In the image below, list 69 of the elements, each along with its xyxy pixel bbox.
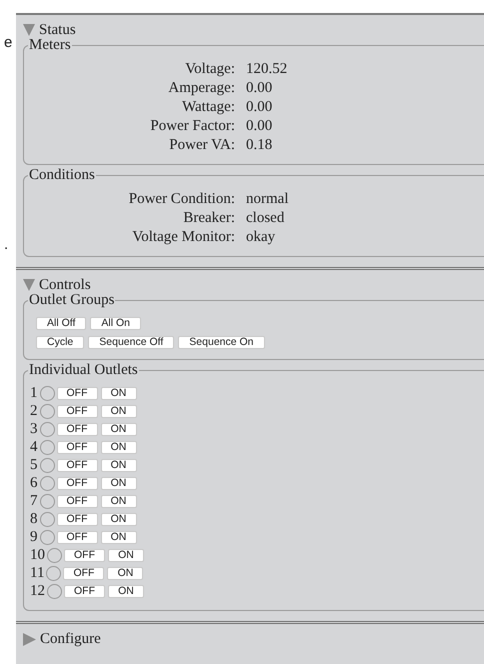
off-button[interactable]: OFF: [56, 441, 98, 454]
off-button[interactable]: OFF: [56, 513, 98, 526]
section-title[interactable]: Controls: [39, 276, 91, 294]
outlet-number: 9: [30, 529, 38, 546]
on-button[interactable]: ON: [100, 459, 136, 472]
off-button[interactable]: OFF: [56, 387, 98, 400]
reading-value: 0.00: [246, 79, 274, 97]
on-button[interactable]: ON: [100, 531, 136, 544]
expanded-triangle-icon[interactable]: [23, 24, 35, 36]
outlet-number: 10: [30, 547, 45, 564]
on-button[interactable]: ON: [100, 387, 136, 400]
outlet-number: 7: [30, 493, 38, 510]
reading-label: Power Factor:: [149, 117, 235, 135]
off-button[interactable]: OFF: [56, 477, 98, 490]
reading-label: Power VA:: [168, 136, 235, 154]
on-button[interactable]: ON: [100, 441, 136, 454]
fieldset-legend: Outlet Groups: [28, 292, 116, 309]
fieldset-legend: Meters: [28, 37, 72, 54]
expanded-triangle-icon[interactable]: [23, 279, 35, 291]
off-button[interactable]: OFF: [64, 549, 105, 562]
reading-label: Amperage:: [167, 79, 235, 97]
outlet-number: 4: [30, 439, 38, 456]
cut-text: .: [4, 236, 8, 253]
outlet-number: 8: [30, 511, 38, 528]
on-button[interactable]: ON: [108, 549, 144, 562]
group-button[interactable]: Cycle: [36, 336, 84, 349]
fieldset-legend: Conditions: [28, 167, 96, 184]
on-button[interactable]: ON: [100, 477, 136, 490]
off-button[interactable]: OFF: [56, 495, 98, 508]
collapsed-triangle-icon[interactable]: [23, 633, 36, 646]
outlet-number: 5: [30, 457, 38, 474]
reading-label: Power Condition:: [128, 190, 235, 208]
reading-label: Voltage:: [184, 60, 235, 78]
group-button[interactable]: All On: [90, 317, 141, 330]
outlet-number: 12: [30, 583, 45, 600]
on-button[interactable]: ON: [100, 495, 136, 508]
fieldset-legend: Individual Outlets: [28, 362, 139, 379]
off-button[interactable]: OFF: [56, 459, 98, 472]
reading-value: 0.00: [246, 117, 274, 135]
reading-label: Breaker:: [182, 209, 235, 227]
off-button[interactable]: OFF: [63, 567, 104, 580]
off-button[interactable]: OFF: [56, 531, 98, 544]
group-button[interactable]: Sequence On: [178, 336, 265, 349]
outlet-number: 6: [30, 475, 38, 492]
reading-value: 0.18: [246, 136, 274, 154]
on-button[interactable]: ON: [100, 513, 136, 526]
on-button[interactable]: ON: [100, 405, 136, 418]
outlet-number: 2: [30, 403, 38, 420]
on-button[interactable]: ON: [100, 423, 136, 436]
reading-label: Wattage:: [181, 98, 235, 116]
off-button[interactable]: OFF: [56, 405, 98, 418]
section-title[interactable]: Configure: [40, 630, 101, 648]
section-title[interactable]: Status: [39, 21, 76, 39]
reading-value: normal: [246, 190, 290, 208]
reading-value: closed: [246, 209, 286, 227]
cut-text: e: [4, 34, 12, 51]
outlet-number: 11: [30, 565, 44, 582]
off-button[interactable]: OFF: [56, 423, 98, 436]
reading-label: Voltage Monitor:: [131, 228, 235, 246]
on-button[interactable]: ON: [108, 585, 144, 598]
group-button[interactable]: Sequence Off: [88, 336, 174, 349]
outlet-number: 1: [30, 385, 38, 402]
outlet-number: 3: [30, 421, 38, 438]
reading-value: okay: [246, 228, 276, 246]
group-button[interactable]: All Off: [36, 317, 86, 330]
on-button[interactable]: ON: [107, 567, 144, 580]
off-button[interactable]: OFF: [64, 585, 105, 598]
reading-value: 0.00: [246, 98, 274, 116]
reading-value: 120.52: [246, 60, 288, 78]
